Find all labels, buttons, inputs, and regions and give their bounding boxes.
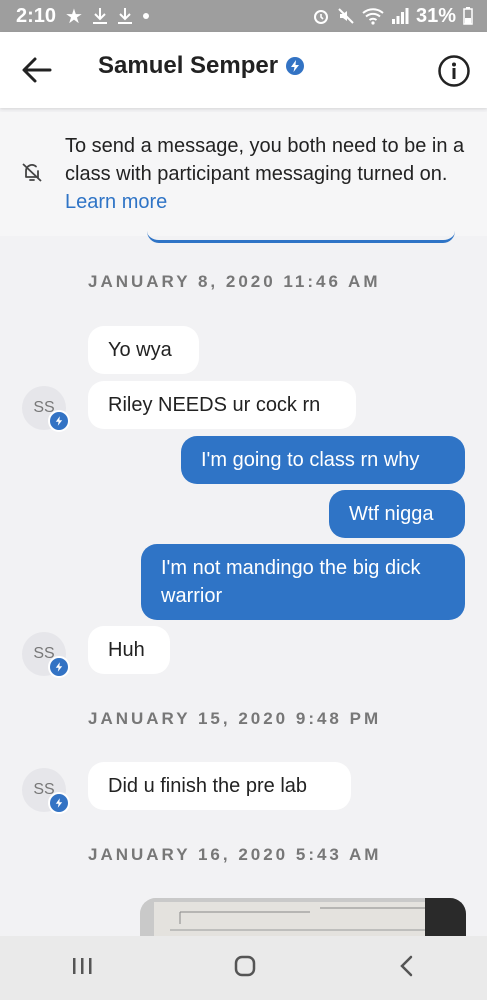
arrow-left-icon bbox=[22, 57, 52, 83]
back-button[interactable] bbox=[20, 54, 56, 86]
info-button[interactable] bbox=[437, 54, 471, 88]
learn-more-link[interactable]: Learn more bbox=[65, 191, 167, 213]
avatar[interactable]: SS bbox=[22, 632, 70, 678]
verified-badge-icon bbox=[286, 57, 305, 75]
avatar[interactable]: SS bbox=[22, 768, 70, 814]
outgoing-message[interactable]: Wtf nigga bbox=[329, 490, 465, 538]
recent-apps-icon bbox=[72, 957, 92, 974]
verified-badge-icon bbox=[48, 656, 70, 678]
star-icon: ★ bbox=[65, 5, 83, 28]
mute-icon bbox=[337, 7, 355, 25]
status-bar: 2:10 ★ 31% bbox=[0, 0, 487, 32]
avatar[interactable]: SS bbox=[22, 386, 70, 432]
verified-badge-icon bbox=[48, 792, 70, 814]
download-icon bbox=[117, 7, 133, 25]
messaging-notice: To send a message, you both need to be i… bbox=[0, 112, 487, 236]
signal-icon bbox=[391, 8, 409, 24]
notifications-off-icon bbox=[21, 161, 43, 188]
notice-text: To send a message, you both need to be i… bbox=[65, 135, 465, 213]
incoming-message[interactable]: Riley NEEDS ur cock rn bbox=[88, 381, 356, 429]
info-icon bbox=[438, 55, 470, 87]
home-button[interactable] bbox=[233, 954, 257, 983]
incoming-message[interactable]: Did u finish the pre lab bbox=[88, 762, 351, 810]
outgoing-message[interactable]: I'm not mandingo the big dick warrior bbox=[141, 544, 465, 620]
clock: 2:10 bbox=[16, 4, 57, 27]
verified-badge-icon bbox=[48, 410, 70, 432]
battery-percent: 31% bbox=[415, 4, 456, 27]
date-separator: JANUARY 15, 2020 9:48 PM bbox=[88, 709, 382, 728]
system-navigation-bar bbox=[0, 936, 487, 1000]
recent-apps-button[interactable] bbox=[70, 956, 94, 981]
chevron-left-icon bbox=[400, 955, 413, 976]
date-separator: JANUARY 8, 2020 11:46 AM bbox=[88, 272, 381, 291]
contact-name: Samuel Semper bbox=[98, 52, 279, 79]
outgoing-message[interactable]: I'm going to class rn why bbox=[181, 436, 465, 484]
home-icon bbox=[235, 955, 256, 976]
notification-dot-icon bbox=[142, 12, 150, 20]
alarm-icon bbox=[312, 7, 330, 25]
wifi-icon bbox=[362, 7, 384, 25]
date-separator: JANUARY 16, 2020 5:43 AM bbox=[88, 845, 382, 864]
battery-icon bbox=[463, 7, 473, 25]
incoming-message[interactable]: Yo wya bbox=[88, 326, 199, 374]
previous-message-bubble bbox=[147, 230, 455, 243]
incoming-message[interactable]: Huh bbox=[88, 626, 170, 674]
back-nav-button[interactable] bbox=[397, 954, 417, 983]
conversation-header: Samuel Semper bbox=[0, 32, 487, 108]
download-icon bbox=[92, 7, 108, 25]
